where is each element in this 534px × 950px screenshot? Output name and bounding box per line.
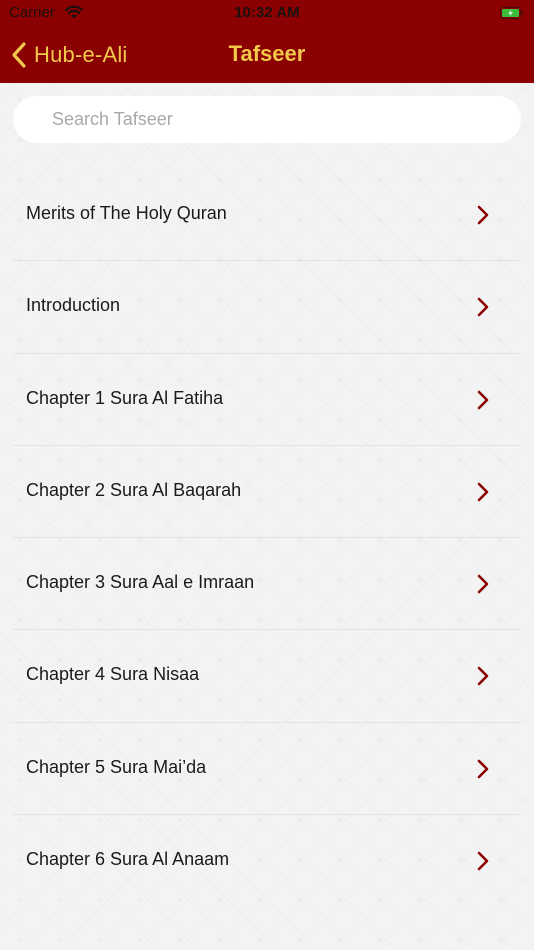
list-item[interactable]: Merits of The Holy Quran xyxy=(13,169,521,262)
list-item[interactable]: Chapter 4 Sura Nisaa xyxy=(13,630,521,723)
chevron-right-icon xyxy=(477,851,489,871)
list-item-label: Chapter 6 Sura Al Anaam xyxy=(26,849,230,870)
list-item-label: Chapter 5 Sura Mai’da xyxy=(26,756,207,777)
list-item-label: Introduction xyxy=(26,295,121,316)
status-bar: Carrier 10:32 AM xyxy=(0,0,534,28)
list-item[interactable]: Chapter 2 Sura Al Baqarah xyxy=(13,446,521,539)
list-item[interactable]: Chapter 5 Sura Mai’da xyxy=(13,723,521,816)
battery-charging-icon xyxy=(500,7,524,19)
chevron-right-icon xyxy=(477,390,489,409)
search-input[interactable] xyxy=(52,96,512,143)
list-item-label: Chapter 1 Sura Al Fatiha xyxy=(26,387,224,408)
list-item-label: Chapter 3 Sura Aal e Imraan xyxy=(26,572,255,593)
chevron-right-icon xyxy=(477,667,489,686)
list-item[interactable]: Chapter 3 Sura Aal e Imraan xyxy=(13,538,521,631)
list-item-label: Chapter 2 Sura Al Baqarah xyxy=(26,479,242,500)
page-title: Tafseer xyxy=(228,41,306,66)
list-item[interactable]: Introduction xyxy=(13,261,521,354)
list-item[interactable]: Chapter 6 Sura Al Anaam xyxy=(13,815,521,906)
list-item[interactable]: Chapter 1 Sura Al Fatiha xyxy=(13,354,521,446)
list-item-label: Merits of The Holy Quran xyxy=(26,203,227,223)
tafseer-list: Merits of The Holy Quran Introduction Ch… xyxy=(13,169,521,906)
app-header: Carrier 10:32 AM Hub-e-Ali Tafseer xyxy=(0,0,534,83)
status-time: 10:32 AM xyxy=(234,4,300,21)
chevron-right-icon xyxy=(477,759,489,779)
chevron-right-icon xyxy=(477,297,489,317)
search-bar xyxy=(13,96,521,143)
chevron-right-icon xyxy=(477,574,489,594)
list-item-label: Chapter 4 Sura Nisaa xyxy=(26,664,200,685)
chevron-right-icon xyxy=(477,205,489,225)
navigation-bar: Hub-e-Ali Tafseer xyxy=(0,28,534,83)
chevron-right-icon xyxy=(477,482,489,502)
